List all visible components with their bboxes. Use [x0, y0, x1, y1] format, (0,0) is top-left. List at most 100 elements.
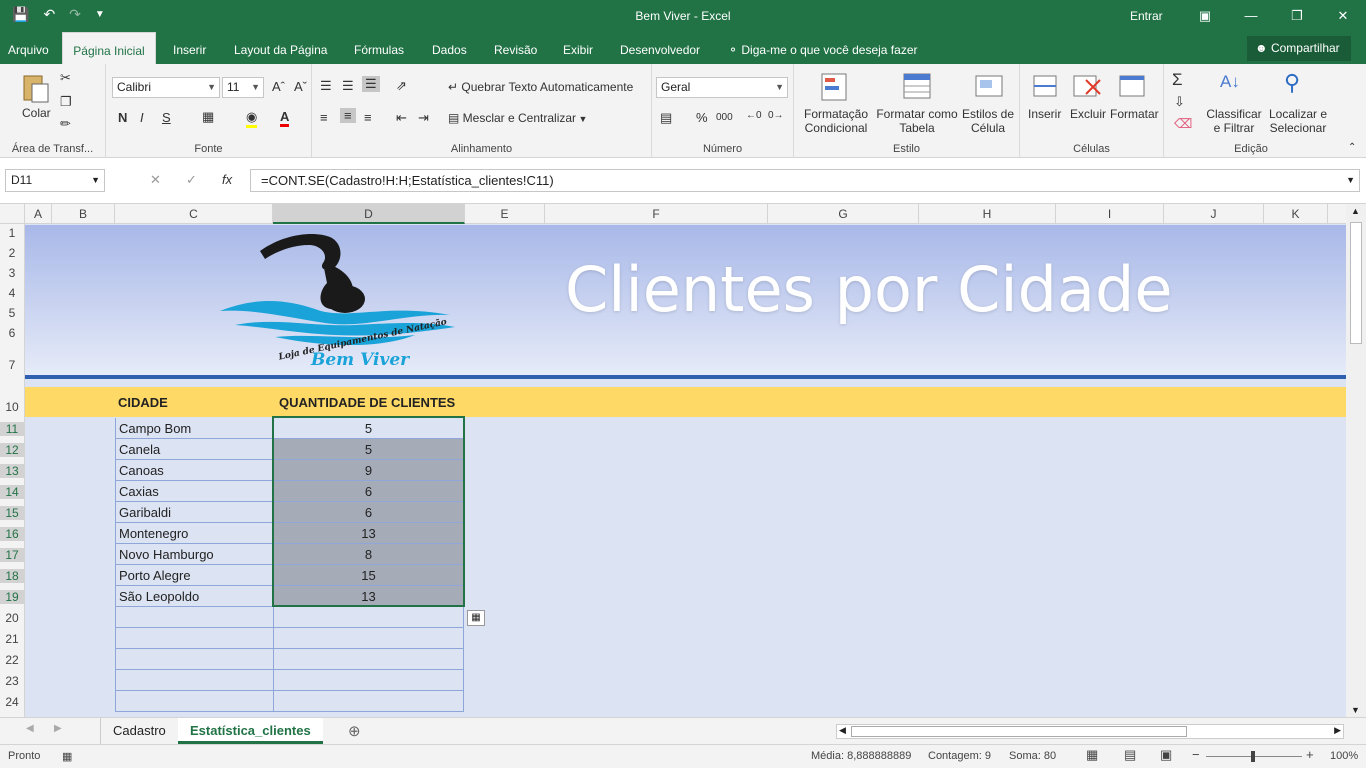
tab-formulas[interactable]: Fórmulas: [348, 32, 410, 64]
font-size-combo[interactable]: 11 ▼: [222, 77, 264, 98]
row-header[interactable]: 16: [0, 527, 24, 541]
align-middle-icon[interactable]: ☰: [342, 78, 354, 94]
normal-view-icon[interactable]: ▦: [1086, 747, 1098, 763]
col-header-h[interactable]: H: [919, 204, 1056, 224]
tab-pagina-inicial[interactable]: Página Inicial: [62, 32, 156, 64]
table-cell-city[interactable]: Campo Bom: [115, 418, 273, 439]
col-header-j[interactable]: J: [1164, 204, 1264, 224]
table-cell-city[interactable]: Novo Hamburgo: [115, 544, 273, 565]
scroll-up-icon[interactable]: ▲: [1351, 206, 1360, 216]
col-header-i[interactable]: I: [1056, 204, 1164, 224]
share-button[interactable]: ☻ Compartilhar: [1247, 36, 1351, 61]
table-cell-city[interactable]: Garibaldi: [115, 502, 273, 523]
cut-icon[interactable]: ✂: [60, 70, 71, 86]
empty-cell[interactable]: [273, 607, 464, 628]
row-header[interactable]: 19: [0, 590, 24, 604]
wrap-text-button[interactable]: ↵ Quebrar Texto Automaticamente: [448, 80, 633, 94]
empty-cell[interactable]: [115, 691, 273, 712]
format-painter-icon[interactable]: ✏: [60, 116, 71, 132]
table-cell-city[interactable]: São Leopoldo: [115, 586, 273, 607]
find-select-button[interactable]: Localizar e Selecionar: [1264, 107, 1332, 135]
col-header-f[interactable]: F: [545, 204, 768, 224]
empty-cell[interactable]: [273, 670, 464, 691]
format-as-table-icon[interactable]: [902, 72, 934, 102]
col-header-d[interactable]: D: [273, 204, 465, 224]
format-cells-icon[interactable]: [1118, 72, 1150, 102]
enter-icon[interactable]: ✓: [186, 172, 197, 188]
format-as-table-button[interactable]: Formatar como Tabela: [874, 107, 960, 135]
decrease-decimal-icon[interactable]: 0→: [768, 110, 784, 121]
fill-color-icon[interactable]: ◉: [246, 109, 258, 128]
row-header[interactable]: 24: [0, 695, 24, 709]
macro-record-icon[interactable]: ▦: [62, 750, 72, 763]
decrease-indent-icon[interactable]: ⇤: [396, 110, 407, 126]
vertical-scrollbar[interactable]: ▲ ▼: [1346, 204, 1366, 717]
scroll-thumb[interactable]: [1350, 222, 1362, 344]
table-cell-city[interactable]: Porto Alegre: [115, 565, 273, 586]
cell-styles-icon[interactable]: [974, 72, 1006, 102]
row-header[interactable]: 23: [0, 674, 24, 688]
row-header[interactable]: 22: [0, 653, 24, 667]
tab-desenvolvedor[interactable]: Desenvolvedor: [614, 32, 706, 64]
find-select-icon[interactable]: ⚲: [1284, 70, 1300, 96]
align-bottom-icon[interactable]: ☰: [362, 76, 380, 92]
minimize-icon[interactable]: —: [1228, 0, 1274, 32]
table-cell-city[interactable]: Caxias: [115, 481, 273, 502]
tab-dados[interactable]: Dados: [426, 32, 473, 64]
prev-sheet-icon[interactable]: ◀: [26, 723, 34, 734]
insert-cells-button[interactable]: Inserir: [1028, 107, 1061, 121]
sheet-tab-cadastro[interactable]: Cadastro: [100, 718, 178, 744]
header-quantidade[interactable]: QUANTIDADE DE CLIENTES: [279, 395, 455, 410]
col-header-c[interactable]: C: [115, 204, 273, 224]
row-header[interactable]: 18: [0, 569, 24, 583]
bold-button[interactable]: N: [118, 110, 127, 125]
close-icon[interactable]: ✕: [1320, 0, 1366, 32]
empty-cell[interactable]: [273, 628, 464, 649]
quick-analysis-icon[interactable]: ▦: [467, 610, 485, 626]
align-right-icon[interactable]: ≡: [364, 110, 372, 125]
zoom-thumb[interactable]: [1251, 751, 1255, 762]
row-header[interactable]: 7: [0, 358, 24, 372]
scroll-right-icon[interactable]: ▶: [1334, 725, 1341, 736]
row-header[interactable]: 12: [0, 443, 24, 457]
empty-cell[interactable]: [115, 670, 273, 691]
tab-inserir[interactable]: Inserir: [167, 32, 212, 64]
table-cell-city[interactable]: Canoas: [115, 460, 273, 481]
page-break-icon[interactable]: ▣: [1160, 747, 1172, 763]
col-header-e[interactable]: E: [465, 204, 545, 224]
conditional-formatting-icon[interactable]: [820, 72, 852, 102]
col-header-a[interactable]: A: [25, 204, 52, 224]
shrink-font-icon[interactable]: Aˇ: [294, 79, 307, 94]
font-color-icon[interactable]: A: [280, 109, 290, 127]
row-header[interactable]: 4: [0, 286, 24, 300]
empty-cell[interactable]: [273, 691, 464, 712]
align-left-icon[interactable]: ≡: [320, 110, 328, 125]
clear-icon[interactable]: ⌫: [1174, 116, 1192, 132]
conditional-formatting-button[interactable]: Formatação Condicional: [804, 107, 868, 135]
horizontal-scrollbar[interactable]: ◀ ▶: [836, 724, 1344, 739]
hscroll-thumb[interactable]: [851, 726, 1187, 737]
row-header[interactable]: 15: [0, 506, 24, 520]
restore-icon[interactable]: ❐: [1274, 0, 1320, 32]
increase-indent-icon[interactable]: ⇥: [418, 110, 429, 126]
merge-center-button[interactable]: ▤ Mesclar e Centralizar ▼: [448, 111, 587, 125]
select-all-corner[interactable]: [0, 204, 25, 224]
row-header[interactable]: 20: [0, 611, 24, 625]
zoom-out-icon[interactable]: −: [1192, 747, 1200, 762]
insert-cells-icon[interactable]: [1032, 72, 1064, 102]
tell-me-box[interactable]: ⚬ Diga-me o que você deseja fazer: [722, 32, 924, 64]
autosum-icon[interactable]: Σ: [1172, 70, 1183, 90]
orientation-icon[interactable]: ⇗: [396, 78, 407, 94]
row-header[interactable]: 1: [0, 226, 24, 240]
row-header[interactable]: 17: [0, 548, 24, 562]
col-header-g[interactable]: G: [768, 204, 919, 224]
worksheet-grid[interactable]: A B C D E F G H I J K 1 2 3 4 5 6 7 10 1…: [0, 204, 1346, 717]
header-cidade[interactable]: CIDADE: [118, 395, 168, 410]
format-cells-button[interactable]: Formatar: [1110, 107, 1159, 121]
delete-cells-icon[interactable]: [1072, 72, 1104, 102]
borders-icon[interactable]: ▦: [202, 109, 214, 125]
zoom-level[interactable]: 100%: [1330, 750, 1358, 762]
scroll-down-icon[interactable]: ▼: [1351, 705, 1360, 715]
row-header[interactable]: 5: [0, 306, 24, 320]
sort-filter-icon[interactable]: A↓: [1220, 72, 1240, 92]
